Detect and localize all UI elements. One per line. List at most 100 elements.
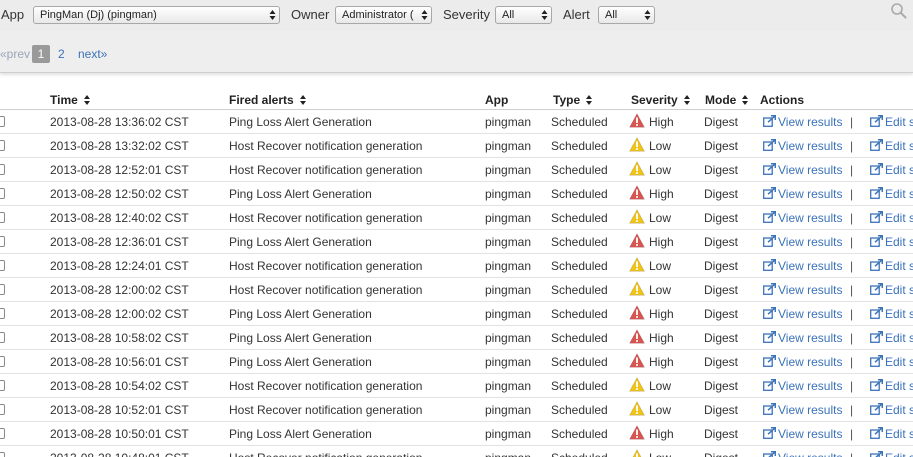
row-checkbox[interactable] (0, 236, 5, 247)
row-checkbox[interactable] (0, 332, 5, 343)
pager-page-2-link[interactable]: 2 (58, 47, 65, 61)
column-header-severity[interactable]: Severity (631, 93, 690, 107)
external-link-icon[interactable] (763, 163, 776, 175)
edit-search-link[interactable]: Edit s (885, 331, 913, 345)
row-checkbox[interactable] (0, 452, 5, 457)
column-header-fired-alerts[interactable]: Fired alerts (229, 93, 306, 107)
row-mode: Digest (704, 163, 739, 177)
row-severity: High (649, 427, 674, 441)
external-link-icon[interactable] (763, 187, 776, 199)
edit-icon[interactable] (870, 355, 883, 367)
column-header-actions: Actions (760, 93, 805, 107)
view-results-link[interactable]: View results (778, 307, 842, 321)
external-link-icon[interactable] (763, 115, 776, 127)
edit-icon[interactable] (870, 307, 883, 319)
view-results-link[interactable]: View results (778, 331, 842, 345)
edit-icon[interactable] (870, 163, 883, 175)
row-mode: Digest (704, 403, 739, 417)
search-icon[interactable] (890, 2, 908, 20)
external-link-icon[interactable] (763, 379, 776, 391)
edit-search-link[interactable]: Edit s (885, 211, 913, 225)
view-results-link[interactable]: View results (778, 115, 842, 129)
pager-next-link[interactable]: next» (78, 47, 107, 61)
view-results-link[interactable]: View results (778, 355, 842, 369)
view-results-link[interactable]: View results (778, 187, 842, 201)
row-checkbox[interactable] (0, 356, 5, 367)
view-results-link[interactable]: View results (778, 427, 842, 441)
alert-select[interactable]: All (598, 6, 655, 24)
edit-icon[interactable] (870, 403, 883, 415)
edit-search-link[interactable]: Edit s (885, 163, 913, 177)
row-checkbox[interactable] (0, 188, 5, 199)
edit-icon[interactable] (870, 427, 883, 439)
row-checkbox[interactable] (0, 308, 5, 319)
edit-search-link[interactable]: Edit s (885, 259, 913, 273)
row-checkbox[interactable] (0, 260, 5, 271)
action-separator: | (850, 379, 854, 393)
edit-icon[interactable] (870, 259, 883, 271)
external-link-icon[interactable] (763, 235, 776, 247)
external-link-icon[interactable] (763, 451, 776, 457)
edit-search-link[interactable]: Edit s (885, 187, 913, 201)
edit-search-link[interactable]: Edit s (885, 355, 913, 369)
external-link-icon[interactable] (763, 331, 776, 343)
row-checkbox[interactable] (0, 140, 5, 151)
row-checkbox[interactable] (0, 284, 5, 295)
view-results-link[interactable]: View results (778, 163, 842, 177)
row-type: Scheduled (551, 283, 608, 297)
view-results-link[interactable]: View results (778, 451, 842, 457)
view-results-link[interactable]: View results (778, 403, 842, 417)
owner-select[interactable]: Administrator ( (335, 6, 432, 24)
action-separator: | (850, 187, 854, 201)
edit-search-link[interactable]: Edit s (885, 403, 913, 417)
edit-icon[interactable] (870, 331, 883, 343)
external-link-icon[interactable] (763, 259, 776, 271)
external-link-icon[interactable] (763, 283, 776, 295)
edit-search-link[interactable]: Edit s (885, 427, 913, 441)
edit-icon[interactable] (870, 139, 883, 151)
external-link-icon[interactable] (763, 427, 776, 439)
low-severity-warning-icon (629, 257, 645, 272)
edit-icon[interactable] (870, 283, 883, 295)
external-link-icon[interactable] (763, 307, 776, 319)
column-header-mode[interactable]: Mode (705, 93, 749, 107)
row-checkbox[interactable] (0, 404, 5, 415)
view-results-link[interactable]: View results (778, 235, 842, 249)
row-checkbox[interactable] (0, 212, 5, 223)
row-app: pingman (485, 211, 532, 225)
view-results-link[interactable]: View results (778, 379, 842, 393)
external-link-icon[interactable] (763, 355, 776, 367)
view-results-link[interactable]: View results (778, 211, 842, 225)
row-checkbox[interactable] (0, 380, 5, 391)
external-link-icon[interactable] (763, 403, 776, 415)
external-link-icon[interactable] (763, 211, 776, 223)
edit-search-link[interactable]: Edit s (885, 283, 913, 297)
severity-select[interactable]: All (495, 6, 552, 24)
app-select[interactable]: PingMan (Dj) (pingman) (33, 6, 280, 24)
edit-search-link[interactable]: Edit s (885, 379, 913, 393)
edit-icon[interactable] (870, 115, 883, 127)
edit-search-link[interactable]: Edit s (885, 115, 913, 129)
row-app: pingman (485, 187, 532, 201)
edit-search-link[interactable]: Edit s (885, 307, 913, 321)
edit-icon[interactable] (870, 211, 883, 223)
edit-icon[interactable] (870, 187, 883, 199)
view-results-link[interactable]: View results (778, 259, 842, 273)
edit-icon[interactable] (870, 379, 883, 391)
edit-icon[interactable] (870, 235, 883, 247)
row-checkbox[interactable] (0, 116, 5, 127)
edit-search-link[interactable]: Edit s (885, 451, 913, 457)
view-results-link[interactable]: View results (778, 283, 842, 297)
row-checkbox[interactable] (0, 428, 5, 439)
view-results-link[interactable]: View results (778, 139, 842, 153)
row-checkbox[interactable] (0, 164, 5, 175)
external-link-icon[interactable] (763, 139, 776, 151)
edit-search-link[interactable]: Edit s (885, 235, 913, 249)
row-severity: Low (649, 283, 672, 297)
edit-icon[interactable] (870, 451, 883, 457)
row-app: pingman (485, 163, 532, 177)
pager-prev-link[interactable]: «prev (0, 47, 30, 61)
column-header-type[interactable]: Type (553, 93, 593, 107)
edit-search-link[interactable]: Edit s (885, 139, 913, 153)
column-header-time[interactable]: Time (50, 93, 90, 107)
